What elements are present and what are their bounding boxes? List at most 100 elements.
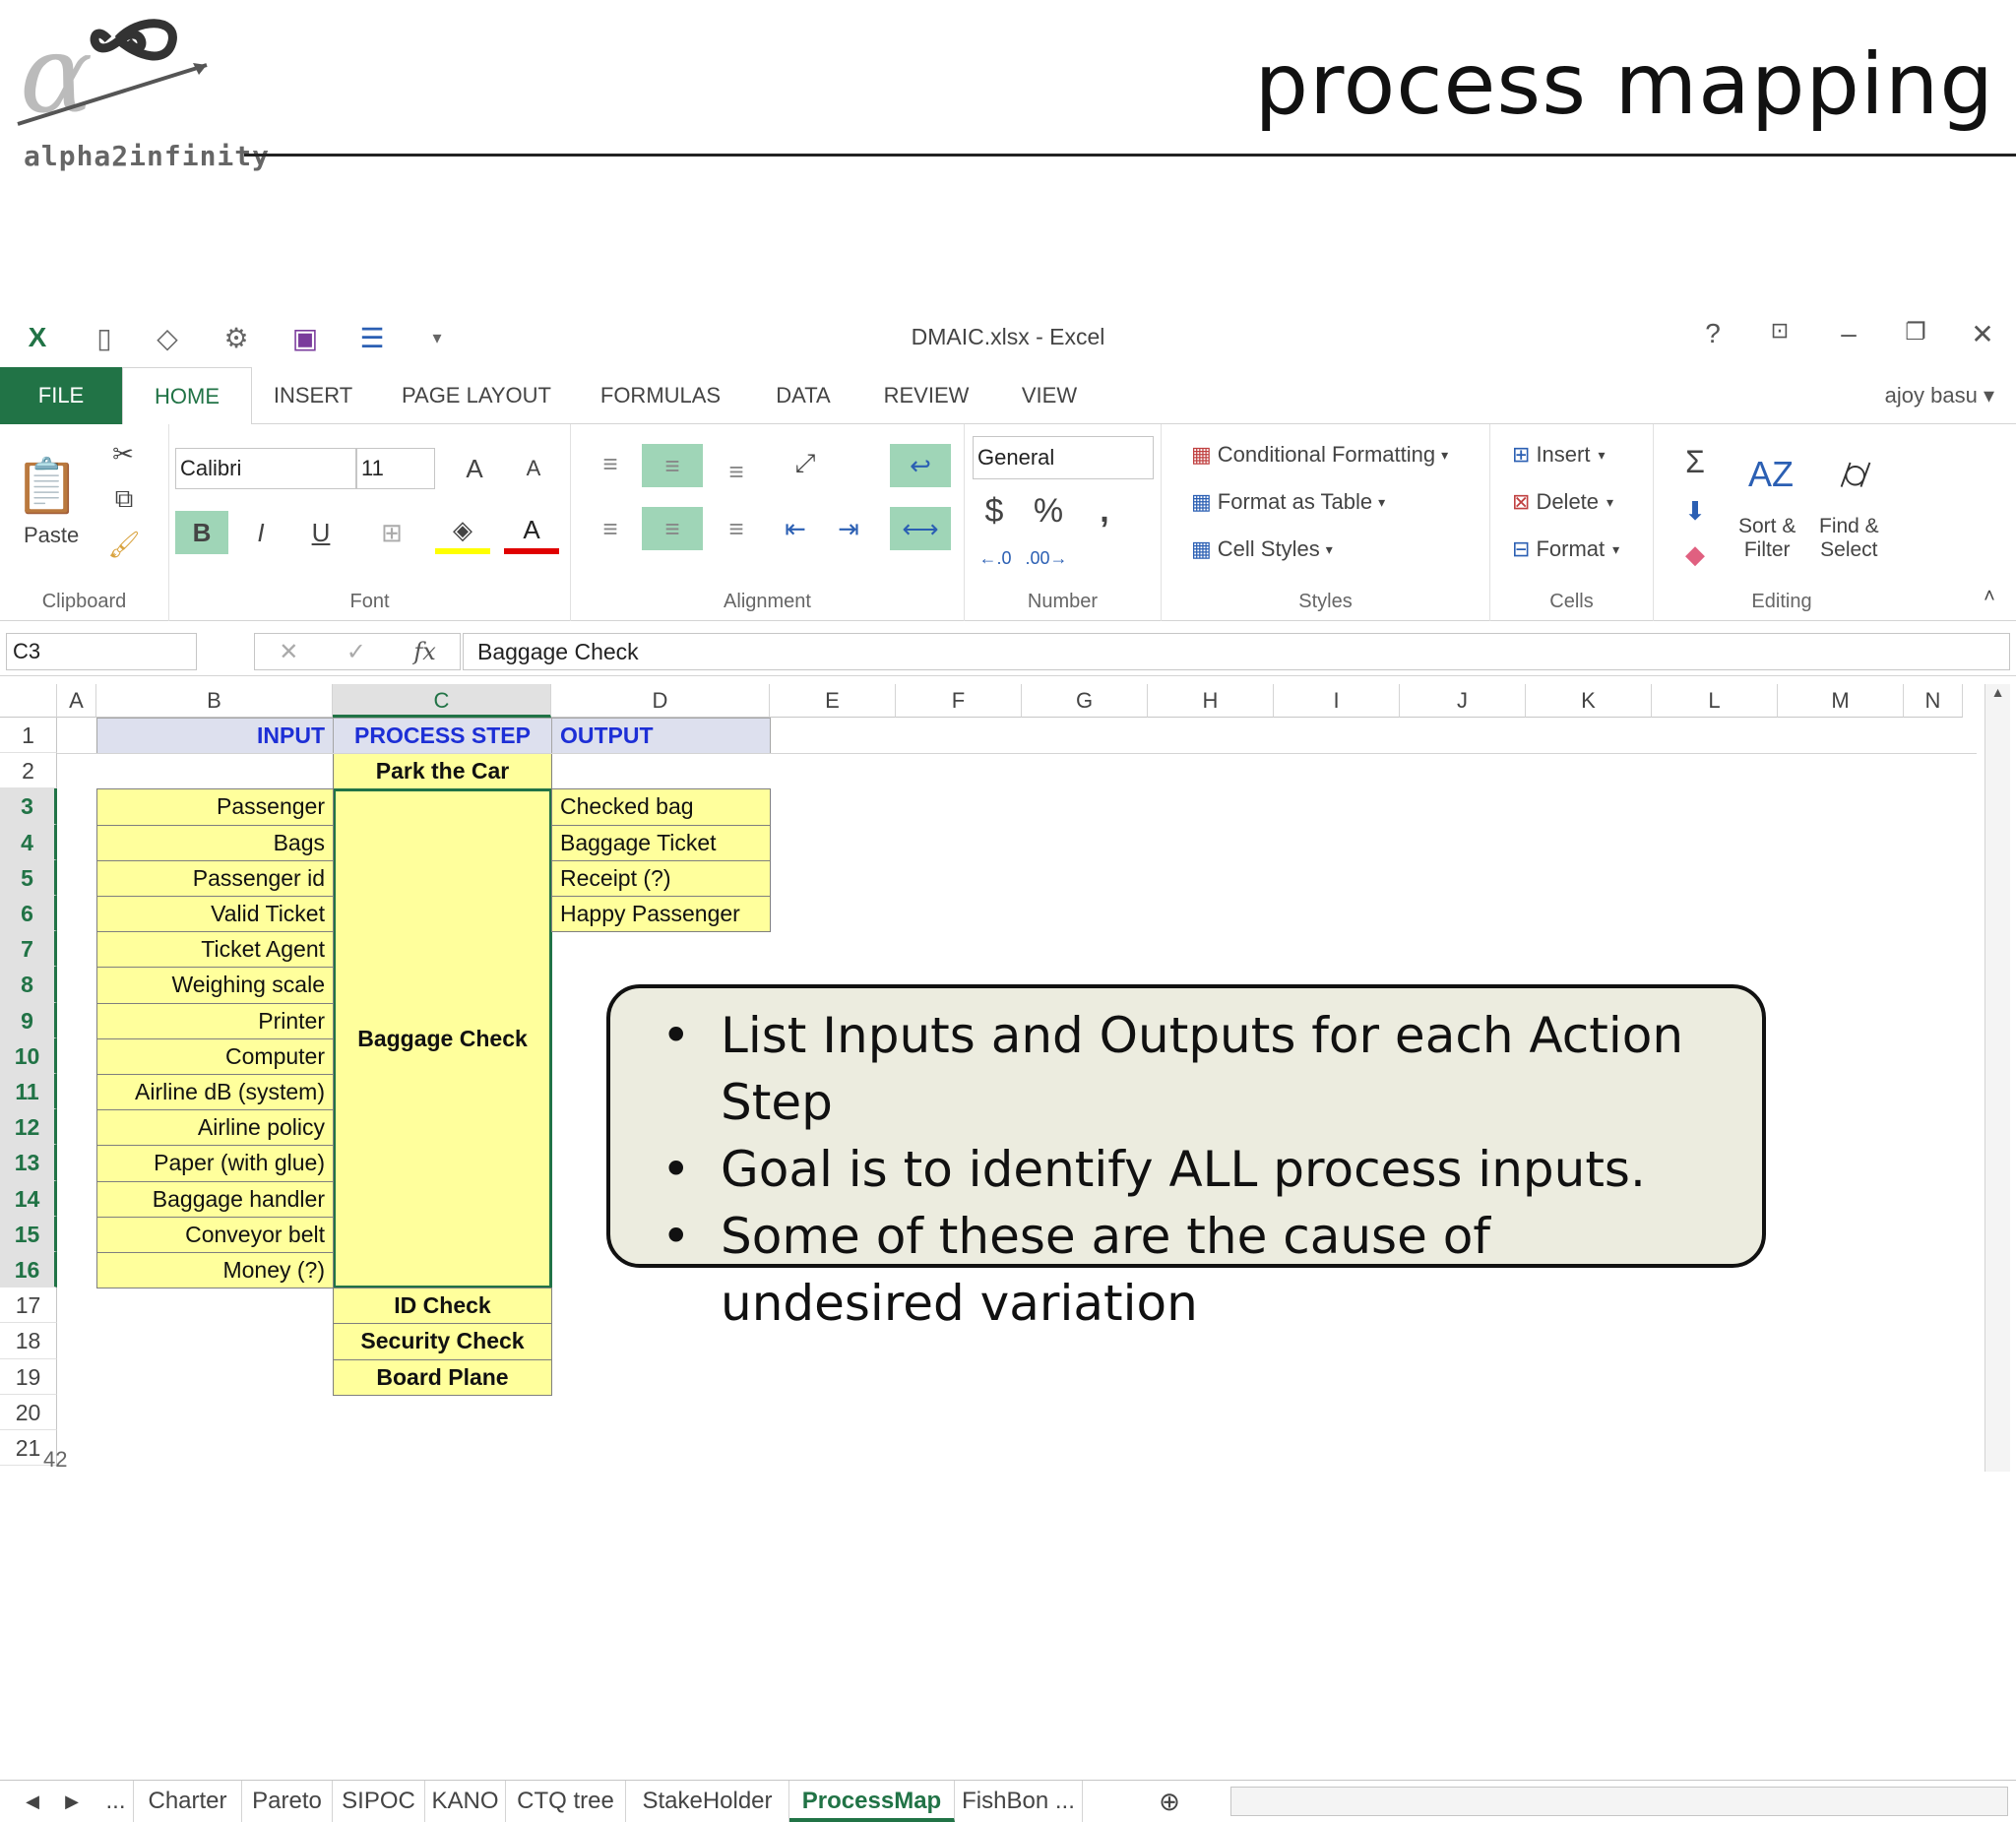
percent-button[interactable]: %	[1026, 487, 1071, 534]
wrap-text-icon[interactable]: ↩	[890, 444, 951, 487]
conditional-formatting-button[interactable]: ▦ Conditional Formatting ▾	[1191, 442, 1448, 468]
column-header[interactable]: K	[1526, 684, 1652, 718]
row-header[interactable]: 20	[0, 1394, 57, 1430]
column-header[interactable]: A	[57, 684, 96, 718]
column-header[interactable]: M	[1778, 684, 1904, 718]
row-header[interactable]: 1	[0, 718, 57, 754]
align-right-icon[interactable]: ≡	[717, 509, 756, 548]
input-header[interactable]: INPUT	[96, 718, 334, 755]
sheet-tab[interactable]: ...	[98, 1781, 134, 1822]
decrease-decimal-icon[interactable]: .00→	[1025, 538, 1067, 578]
name-box[interactable]: C3	[6, 633, 197, 670]
select-all-corner[interactable]	[0, 684, 57, 718]
help-button[interactable]: ?	[1693, 318, 1732, 349]
number-format-select[interactable]: General	[973, 436, 1154, 479]
input-cell[interactable]: Weighing scale	[96, 967, 334, 1004]
format-painter-icon[interactable]: 🖌	[106, 525, 142, 564]
format-as-table-button[interactable]: ▦ Format as Table ▾	[1191, 489, 1385, 515]
minimize-icon[interactable]: –	[1829, 318, 1868, 349]
input-cell[interactable]: Passenger	[96, 788, 334, 826]
paste-icon[interactable]: 📋	[14, 448, 80, 525]
sort-filter-button[interactable]: Sort & Filter	[1738, 515, 1796, 562]
align-middle-icon[interactable]: ≡	[642, 444, 703, 487]
decrease-font-icon[interactable]: A	[514, 448, 553, 489]
input-cell[interactable]: Airline dB (system)	[96, 1074, 334, 1111]
sheet-tab[interactable]: Pareto	[242, 1781, 333, 1822]
row-header[interactable]: 10	[0, 1037, 57, 1074]
column-header[interactable]: F	[896, 684, 1022, 718]
insert-function-button[interactable]: fx	[413, 638, 435, 665]
align-center-icon[interactable]: ≡	[642, 507, 703, 550]
copy-icon[interactable]: ⧉	[102, 479, 146, 519]
align-bottom-icon[interactable]: ≡	[717, 452, 756, 491]
input-cell[interactable]: Ticket Agent	[96, 931, 334, 969]
row-header[interactable]: 5	[0, 859, 57, 896]
sheet-tab[interactable]: KANO	[425, 1781, 506, 1822]
increase-decimal-icon[interactable]: ←.0	[975, 538, 1016, 578]
row-header[interactable]: 15	[0, 1216, 57, 1252]
user-account[interactable]: ajoy basu ▾	[1885, 367, 1994, 424]
vertical-scrollbar[interactable]: ▲	[1984, 684, 2010, 1472]
row-header[interactable]: 14	[0, 1180, 57, 1217]
underline-button[interactable]: U	[291, 511, 350, 554]
input-cell[interactable]: Passenger id	[96, 859, 334, 897]
cancel-icon[interactable]: ✕	[279, 638, 298, 666]
process-step-header[interactable]: PROCESS STEP	[333, 718, 552, 755]
row-header[interactable]: 3	[0, 788, 57, 825]
binoculars-icon[interactable]: ⌭	[1821, 438, 1890, 511]
restore-icon[interactable]: ❐	[1896, 318, 1935, 346]
font-color-icon[interactable]: A	[504, 511, 559, 554]
next-sheet-icon[interactable]: ▶	[57, 1785, 87, 1818]
sheet-tab[interactable]: FishBon ...	[955, 1781, 1083, 1822]
row-header[interactable]: 17	[0, 1288, 57, 1324]
font-name-select[interactable]: Calibri	[175, 448, 356, 489]
row-header[interactable]: 11	[0, 1074, 57, 1110]
sheet-tab[interactable]: Charter	[134, 1781, 242, 1822]
currency-button[interactable]: $	[975, 487, 1014, 534]
column-header[interactable]: C	[333, 684, 551, 718]
merge-center-icon[interactable]: ⟷	[890, 507, 951, 550]
input-cell[interactable]: Bags	[96, 824, 334, 861]
row-header[interactable]: 12	[0, 1109, 57, 1146]
process-step-cell[interactable]: Security Check	[333, 1323, 552, 1360]
ribbon-display-icon[interactable]: ⊡	[1760, 318, 1799, 344]
input-cell[interactable]: Computer	[96, 1037, 334, 1075]
tab-file[interactable]: FILE	[0, 367, 122, 424]
row-header[interactable]: 9	[0, 1002, 57, 1038]
increase-indent-icon[interactable]: ⇥	[829, 509, 868, 548]
input-cell[interactable]: Money (?)	[96, 1252, 334, 1289]
align-top-icon[interactable]: ≡	[591, 444, 630, 483]
scroll-up-icon[interactable]: ▲	[1985, 684, 2010, 700]
autosum-icon[interactable]: Σ	[1673, 440, 1717, 483]
process-step-cell[interactable]: Board Plane	[333, 1358, 552, 1396]
input-cell[interactable]: Airline policy	[96, 1109, 334, 1147]
formula-input[interactable]: Baggage Check	[463, 633, 2010, 670]
prev-sheet-icon[interactable]: ◀	[18, 1785, 47, 1818]
tab-data[interactable]: DATA	[758, 367, 849, 424]
output-cell[interactable]: Baggage Ticket	[551, 824, 771, 861]
cell-styles-button[interactable]: ▦ Cell Styles ▾	[1191, 536, 1333, 562]
column-header[interactable]: L	[1652, 684, 1778, 718]
comma-style-button[interactable]: ,	[1087, 487, 1122, 534]
font-size-select[interactable]: 11	[356, 448, 435, 489]
column-header[interactable]: I	[1274, 684, 1400, 718]
output-cell[interactable]: Receipt (?)	[551, 859, 771, 897]
process-step-cell[interactable]: Baggage Check	[333, 788, 552, 1289]
column-header[interactable]: J	[1400, 684, 1526, 718]
input-cell[interactable]: Paper (with glue)	[96, 1145, 334, 1182]
output-header[interactable]: OUTPUT	[551, 718, 771, 755]
delete-cells-button[interactable]: ⊠ Delete ▾	[1512, 489, 1613, 515]
sheet-tab[interactable]: ProcessMap	[789, 1781, 955, 1822]
sheet-tab[interactable]: StakeHolder	[626, 1781, 789, 1822]
row-header[interactable]: 6	[0, 896, 57, 932]
tab-view[interactable]: VIEW	[1004, 367, 1095, 424]
horizontal-scrollbar[interactable]	[1230, 1787, 2008, 1816]
input-cell[interactable]: Conveyor belt	[96, 1216, 334, 1253]
input-cell[interactable]: Valid Ticket	[96, 896, 334, 933]
output-cell[interactable]: Checked bag	[551, 788, 771, 826]
tab-home[interactable]: HOME	[122, 367, 252, 425]
format-cells-button[interactable]: ⊟ Format ▾	[1512, 536, 1619, 562]
row-header[interactable]: 4	[0, 824, 57, 860]
row-header[interactable]: 19	[0, 1358, 57, 1395]
input-cell[interactable]: Baggage handler	[96, 1180, 334, 1218]
